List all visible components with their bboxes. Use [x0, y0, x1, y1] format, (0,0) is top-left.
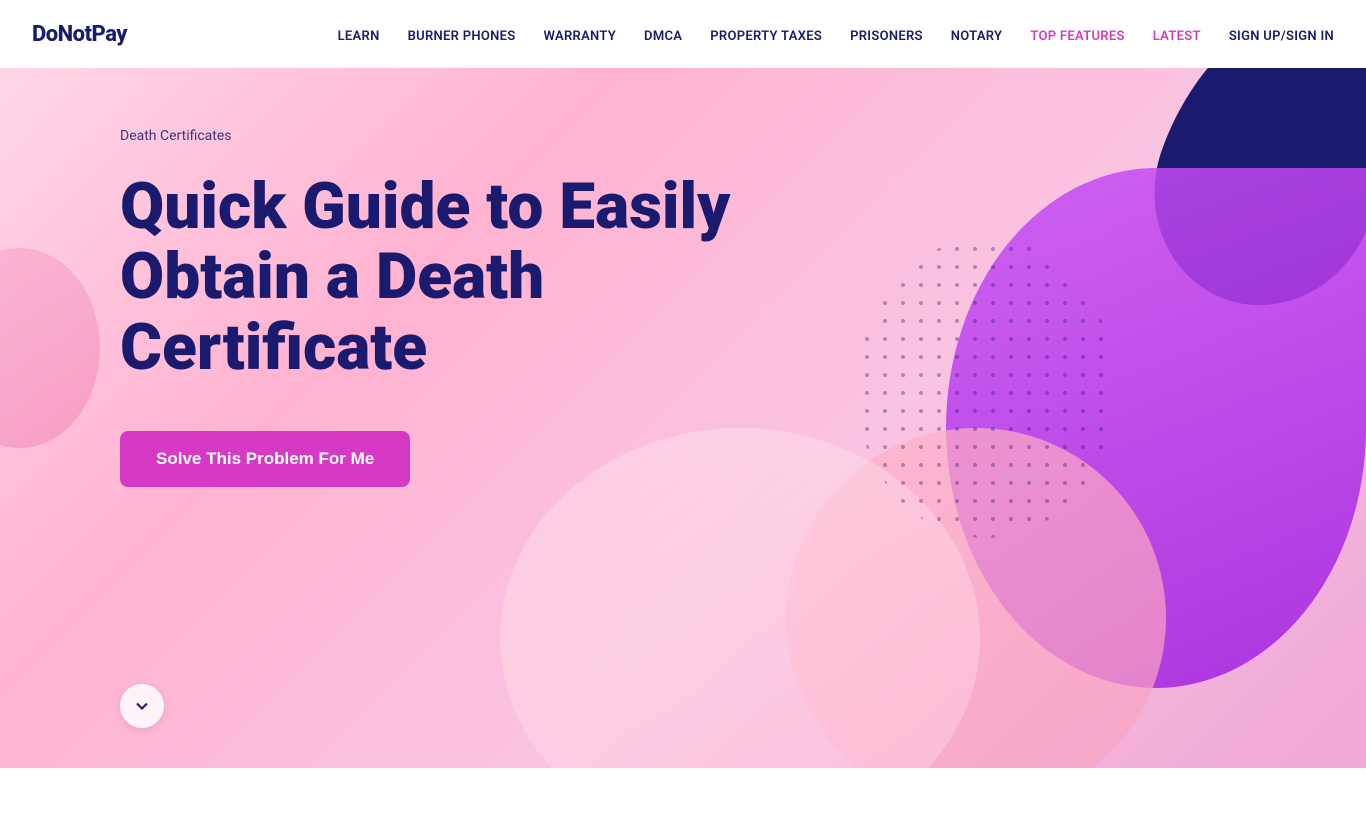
logo[interactable]: DoNotPay: [32, 22, 127, 47]
hero-content: Death Certificates Quick Guide to Easily…: [0, 68, 740, 487]
nav-sign-in[interactable]: SIGN UP/SIGN IN: [1229, 29, 1334, 44]
nav-burner-phones[interactable]: BURNER PHONES: [408, 29, 516, 44]
nav-top-features[interactable]: TOP FEATURES: [1030, 29, 1124, 44]
nav-latest[interactable]: LATEST: [1153, 29, 1201, 44]
nav-dmca[interactable]: DMCA: [644, 29, 682, 44]
hero-title: Quick Guide to Easily Obtain a Death Cer…: [120, 172, 740, 383]
nav-warranty[interactable]: WARRANTY: [544, 29, 617, 44]
cta-button[interactable]: Solve This Problem For Me: [120, 431, 410, 487]
chevron-down-icon: [132, 696, 152, 716]
hero-section: Death Certificates Quick Guide to Easily…: [0, 68, 1366, 768]
breadcrumb: Death Certificates: [120, 128, 740, 144]
scroll-down-button[interactable]: [120, 684, 164, 728]
navbar: DoNotPay LEARN BURNER PHONES WARRANTY DM…: [0, 0, 1366, 68]
nav-notary[interactable]: NOTARY: [951, 29, 1003, 44]
nav-property-taxes[interactable]: PROPERTY TAXES: [710, 29, 822, 44]
dot-pattern: [846, 228, 1126, 548]
nav-prisoners[interactable]: PRISONERS: [850, 29, 923, 44]
nav-links: LEARN BURNER PHONES WARRANTY DMCA PROPER…: [338, 25, 1334, 44]
nav-learn[interactable]: LEARN: [338, 29, 380, 44]
bottom-section: [0, 768, 1366, 836]
dots-svg: [846, 228, 1126, 548]
